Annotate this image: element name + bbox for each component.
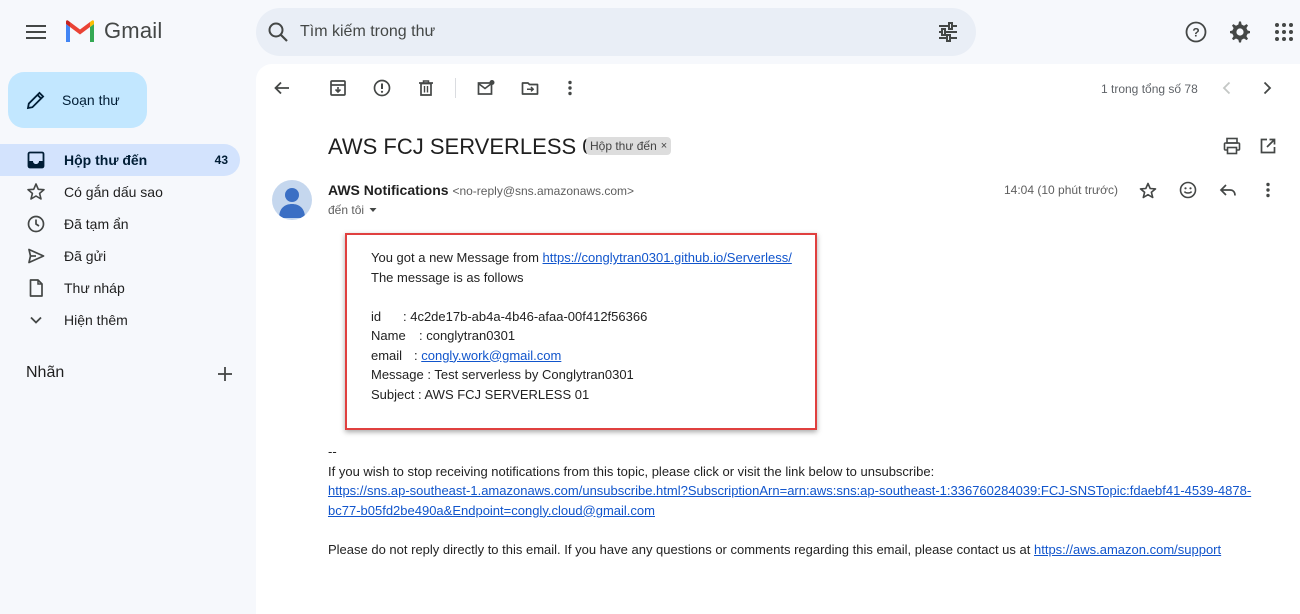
remove-label-icon[interactable]: × [661,140,667,152]
unsubscribe-link-line-1[interactable]: https://sns.ap-southeast-1.amazonaws.com… [328,483,1251,498]
sidebar-item-snoozed[interactable]: Đã tạm ẩn [0,208,240,240]
sidebar-item-starred[interactable]: Có gắn dấu sao [0,176,240,208]
more-vertical-icon[interactable] [560,78,580,98]
support-link[interactable]: https://aws.amazon.com/support [1034,542,1221,557]
search-input[interactable] [300,8,920,56]
subject-line: Subject : AWS FCJ SERVERLESS 01 [371,386,590,402]
email-label: email [371,347,403,363]
labels-section-header: Nhãn [26,364,236,384]
dropdown-caret-icon [369,208,377,212]
recipient-details[interactable]: đến tôi [328,203,378,217]
trash-icon[interactable] [416,78,436,98]
toolbar-divider [455,78,456,98]
help-icon[interactable]: ? [1184,20,1208,44]
back-arrow-icon[interactable] [272,78,292,98]
top-bar: Gmail ? [0,0,1300,64]
sidebar-item-sent[interactable]: Đã gửi [0,240,240,272]
id-value: : 4c2de17b-ab4a-4b46-afaa-00f412f56366 [403,308,648,324]
search-options-icon[interactable] [936,20,960,44]
compose-button[interactable]: Soạn thư [8,72,147,128]
labels-title: Nhãn [26,364,65,381]
previous-chevron-icon[interactable] [1217,78,1237,98]
sidebar-item-label: Hiện thêm [64,312,128,328]
unread-count: 43 [214,153,228,167]
sidebar-nav: Hộp thư đến 43 Có gắn dấu sao Đã tạm ẩn … [0,144,256,336]
email-link[interactable]: congly.work@gmail.com [421,348,561,363]
settings-gear-icon[interactable] [1228,20,1252,44]
sidebar-item-label: Đã gửi [64,248,107,264]
next-chevron-icon[interactable] [1257,78,1277,98]
label-chip-text: Hộp thư đến [590,139,657,153]
print-icon[interactable] [1222,136,1242,156]
sidebar-item-drafts[interactable]: Thư nháp [0,272,240,304]
recipient-text: đến tôi [328,203,365,217]
send-icon [28,248,45,264]
main-menu-button[interactable] [20,16,52,48]
sidebar-item-label: Đã tạm ẩn [64,216,129,232]
star-icon[interactable] [1138,181,1158,201]
name-value: : conglytran0301 [419,328,516,343]
clock-icon [27,215,45,233]
person-avatar-icon [279,188,305,218]
inbox-icon [27,151,45,169]
footer-text: Please do not reply directly to this ema… [328,541,1034,557]
reply-icon[interactable] [1218,180,1238,200]
signature-separator: -- [328,444,337,459]
pagination-text: 1 trong tổng số 78 [1101,82,1198,96]
archive-icon[interactable] [328,78,348,98]
move-to-folder-icon[interactable] [520,78,540,98]
message-time: 14:04 (10 phút trước) [1004,183,1118,197]
sidebar-item-label: Hộp thư đến [64,152,148,168]
follows-text: The message is as follows [371,269,524,285]
id-label: id [371,308,382,324]
apps-grid-icon[interactable] [1272,20,1296,44]
report-spam-icon[interactable] [372,78,392,98]
sender-line: AWS Notifications <no-reply@sns.amazonaw… [328,182,634,198]
chevron-down-icon [30,316,42,324]
sidebar-item-inbox[interactable]: Hộp thư đến 43 [0,144,240,176]
sidebar-item-label: Thư nháp [64,280,125,296]
message-footer-block: -- If you wish to stop receiving notific… [328,442,1251,559]
source-link[interactable]: https://conglytran0301.github.io/Serverl… [543,250,792,265]
open-in-new-window-icon[interactable] [1258,136,1278,156]
sidebar-item-label: Có gắn dấu sao [64,184,163,200]
add-label-plus-icon[interactable] [214,363,236,385]
compose-label: Soạn thư [62,92,120,108]
emoji-reaction-icon[interactable] [1178,180,1198,200]
sidebar-item-more[interactable]: Hiện thêm [0,304,240,336]
mark-unread-icon[interactable] [476,78,496,98]
message-body-block: You got a new Message from https://congl… [371,248,792,404]
message-more-vertical-icon[interactable] [1258,180,1278,200]
sender-name[interactable]: AWS Notifications [328,182,449,198]
sender-avatar [272,180,312,220]
label-chip[interactable]: Hộp thư đến × [586,137,672,155]
unsubscribe-link-line-2[interactable]: bc77-b05fd2be490a&Endpoint=congly.cloud@… [328,503,655,518]
name-label: Name [371,328,406,343]
sender-email: <no-reply@sns.amazonaws.com> [452,184,635,198]
app-name: Gmail [104,18,163,43]
gmail-logo[interactable]: Gmail [64,18,162,44]
search-icon[interactable] [266,20,290,44]
unsubscribe-text: If you wish to stop receiving notificati… [328,463,935,479]
message-line: Message : Test serverless by Conglytran0… [371,367,634,382]
message-subject: AWS FCJ SERVERLESS 01 [328,134,607,159]
pencil-icon [26,91,45,110]
intro-text: You got a new Message from [371,250,543,265]
star-icon [27,183,45,200]
message-view: 1 trong tổng số 78 AWS FCJ SERVERLESS 01… [256,64,1300,614]
draft-icon [29,279,43,297]
search-bar [256,8,976,56]
gmail-m-icon [66,20,94,42]
hamburger-menu-icon [26,25,46,39]
svg-text:?: ? [1192,26,1199,40]
